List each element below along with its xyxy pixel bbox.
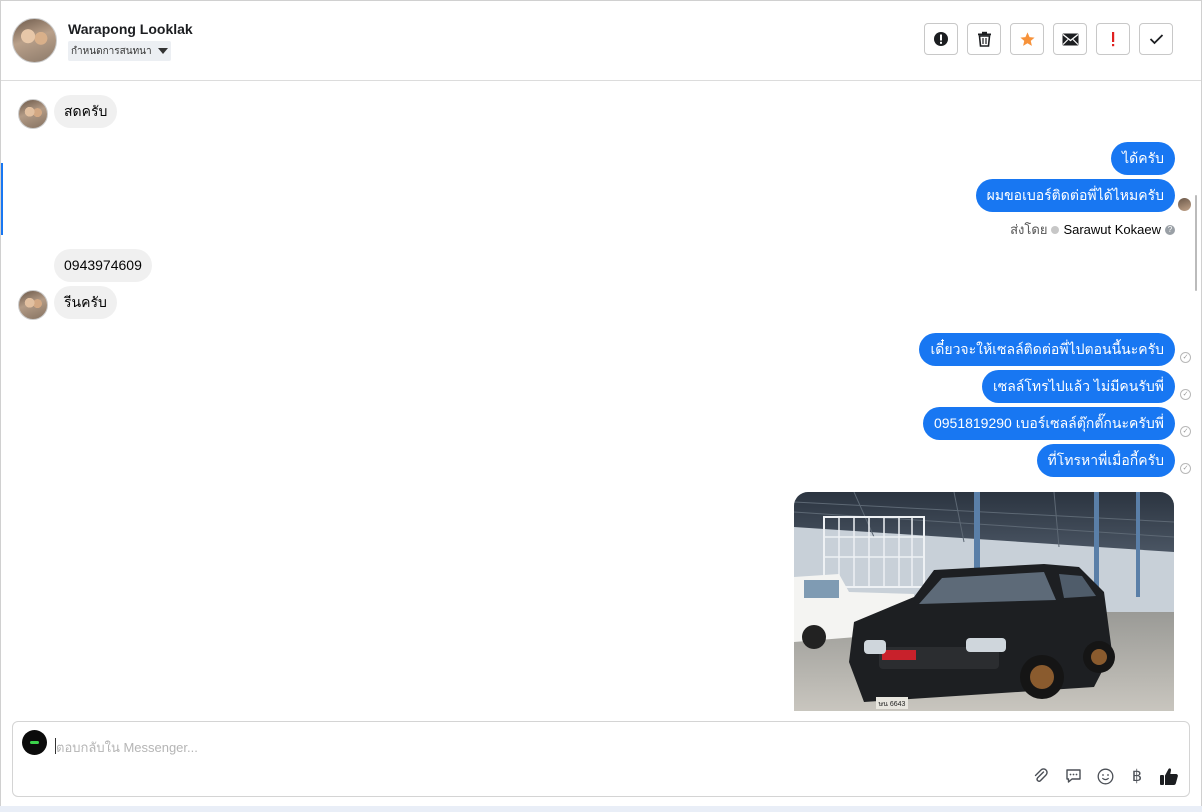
- outgoing-message[interactable]: เดี๋ยวจะให้เซลล์ติดต่อพี่ไปตอนนี้นะครับ: [919, 333, 1175, 366]
- seen-avatar: [1178, 198, 1191, 211]
- caret-down-icon: [157, 48, 168, 54]
- sent-by-prefix: ส่งโดย: [1010, 222, 1048, 237]
- outgoing-message[interactable]: ผมขอเบอร์ติดต่อพี่ได้ไหมครับ: [975, 179, 1175, 212]
- contact-avatar[interactable]: [12, 18, 57, 63]
- thumbs-up-icon: [1160, 767, 1178, 785]
- outgoing-message[interactable]: 0951819290 เบอร์เซลล์ตุ๊กตั๊กนะครับพี่: [922, 407, 1175, 440]
- contact-name[interactable]: Warapong Looklak: [68, 21, 193, 37]
- mark-unread-button[interactable]: [1053, 23, 1087, 55]
- thread-header: Warapong Looklak กำหนดการสนทนา: [1, 1, 1201, 81]
- outgoing-message[interactable]: ที่โทรหาพี่เมื่อกี้ครับ: [1036, 444, 1175, 477]
- paperclip-icon: [1034, 768, 1048, 782]
- reply-input[interactable]: [54, 736, 958, 758]
- scrollbar-thumb[interactable]: [1195, 195, 1197, 291]
- delivered-check-icon: ✓: [1180, 389, 1191, 400]
- outgoing-message[interactable]: เซลล์โทรไปแล้ว ไม่มีคนรับพี่: [981, 370, 1175, 403]
- message-list[interactable]: สดครับ ได้ครับ ผมขอเบอร์ติดต่อพี่ได้ไหมค…: [1, 81, 1201, 711]
- payment-button[interactable]: ฿: [1127, 766, 1147, 786]
- conversation-stage-label: กำหนดการสนทนา: [71, 45, 152, 57]
- like-button[interactable]: [1159, 766, 1179, 786]
- text-caret: [55, 738, 56, 754]
- selection-accent-bar: [1, 163, 3, 235]
- mark-done-button[interactable]: [1139, 23, 1173, 55]
- baht-icon: ฿: [1131, 768, 1143, 785]
- composer-tools: ฿: [1031, 766, 1179, 786]
- trash-icon: [977, 31, 991, 47]
- report-button[interactable]: [924, 23, 958, 55]
- incoming-message[interactable]: รีนครับ: [54, 286, 117, 319]
- verified-icon: [1051, 225, 1060, 234]
- license-plate-text: ษน 6643: [879, 701, 906, 708]
- star-icon: [1019, 31, 1035, 46]
- conversation-stage-dropdown[interactable]: กำหนดการสนทนา: [68, 41, 171, 61]
- truck-photo-illustration: ษน 6643: [794, 492, 1174, 711]
- sender-avatar: [18, 290, 48, 320]
- reply-composer: ฿: [12, 721, 1190, 797]
- delete-button[interactable]: [967, 23, 1001, 55]
- page-avatar: [22, 730, 47, 755]
- sent-by-label: ส่งโดย Sarawut Kokaew ?: [1010, 219, 1175, 240]
- emoji-button[interactable]: [1095, 766, 1115, 786]
- report-icon: [934, 32, 948, 46]
- attach-button[interactable]: [1031, 766, 1051, 786]
- photo-attachment[interactable]: ษน 6643: [794, 492, 1174, 711]
- incoming-message[interactable]: 0943974609: [54, 249, 152, 282]
- delivered-check-icon: ✓: [1180, 463, 1191, 474]
- saved-replies-button[interactable]: [1063, 766, 1083, 786]
- smiley-icon: [1097, 768, 1113, 784]
- incoming-message[interactable]: สดครับ: [54, 95, 118, 128]
- mark-spam-button[interactable]: [1096, 23, 1130, 55]
- outgoing-message[interactable]: ได้ครับ: [1111, 142, 1175, 175]
- speech-bubble-icon: [1065, 769, 1081, 783]
- delivered-check-icon: ✓: [1180, 426, 1191, 437]
- help-icon[interactable]: ?: [1165, 224, 1175, 235]
- envelope-icon: [1062, 33, 1078, 45]
- check-icon: [1149, 34, 1163, 45]
- bottom-strip: [0, 806, 1202, 812]
- thread-toolbar: [924, 23, 1173, 55]
- star-button[interactable]: [1010, 23, 1044, 55]
- exclamation-icon: [1112, 32, 1115, 47]
- sent-by-name[interactable]: Sarawut Kokaew: [1063, 222, 1161, 237]
- delivered-check-icon: ✓: [1180, 352, 1191, 363]
- sender-avatar: [18, 99, 48, 129]
